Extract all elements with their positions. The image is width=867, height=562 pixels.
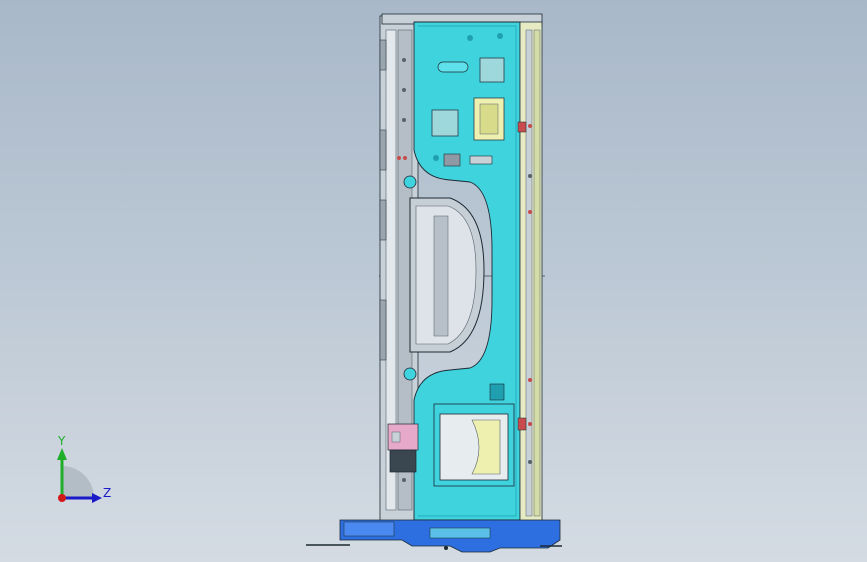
cad-model[interactable] bbox=[0, 0, 867, 562]
triad-origin bbox=[58, 494, 66, 502]
blue-base bbox=[306, 519, 562, 553]
z-axis-label: Z bbox=[103, 486, 111, 500]
d-shaped-opening bbox=[409, 197, 485, 353]
triad-quarter-disc bbox=[62, 466, 94, 498]
coordinate-triad: Y Z bbox=[57, 434, 111, 503]
hinge-bracket bbox=[387, 423, 419, 473]
y-arrow-head bbox=[57, 448, 67, 460]
right-rail bbox=[517, 21, 543, 523]
z-arrow-head bbox=[92, 493, 102, 503]
y-axis-label: Y bbox=[57, 434, 66, 448]
cad-viewport[interactable]: Y Z bbox=[0, 0, 867, 562]
